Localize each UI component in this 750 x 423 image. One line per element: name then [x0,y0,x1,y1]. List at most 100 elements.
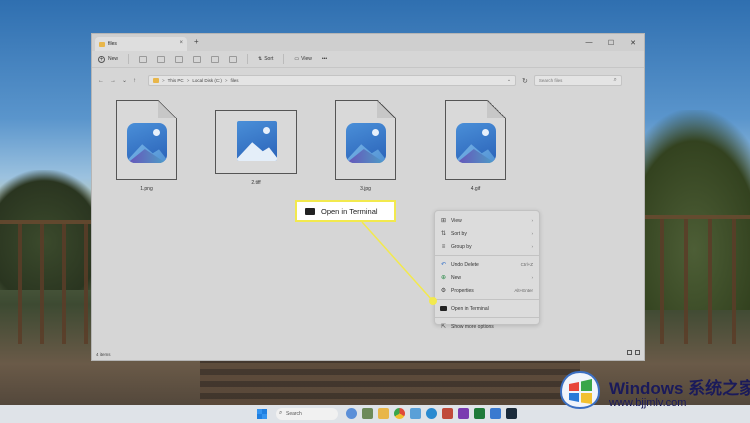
delete-icon[interactable] [229,55,238,63]
chat-app-icon[interactable] [346,408,357,419]
rename-icon[interactable] [193,55,202,63]
watermark-title: Windows 系统之家 [609,379,750,398]
view-button[interactable]: ▭ View [294,56,311,62]
maximize-button[interactable]: ☐ [600,34,622,51]
menu-divider [435,255,539,256]
taskbar-search[interactable]: ⌕ Search [276,408,338,420]
plus-icon: + [98,55,105,63]
forward-arrow-icon[interactable]: → [110,78,116,84]
new-button[interactable]: + New [98,55,119,63]
terminal-app-icon[interactable] [506,408,517,419]
up-arrow-icon[interactable]: ↑ [133,78,136,84]
breadcrumb-files[interactable]: files [230,78,238,83]
menu-item-view[interactable]: ⊞ View › [435,214,539,227]
window-controls: — ☐ ✕ [578,34,644,51]
back-arrow-icon[interactable]: ← [98,78,104,84]
submenu-chevron-icon: › [531,218,534,223]
paste-icon[interactable] [175,55,184,63]
refresh-icon[interactable]: ↻ [522,77,528,85]
address-bar[interactable]: > This PC > Local Disk (C:) > files ⌄ [148,75,517,86]
callout-dot [429,297,437,305]
menu-item-undo-delete[interactable]: ↶ Undo Delete Ctrl+Z [435,258,539,271]
widgets-app-icon[interactable] [362,408,373,419]
folder-icon [153,78,160,83]
start-button[interactable] [257,409,267,419]
sort-button[interactable]: ⇅ Sort [258,56,273,62]
menu-item-group-by[interactable]: ≡ Group by › [435,240,539,253]
copy-icon[interactable] [157,55,166,63]
file-item[interactable]: 3.jpg [335,100,396,192]
minimize-button[interactable]: — [578,34,600,51]
toolbar-divider [128,54,130,64]
tab-close-icon[interactable]: × [179,40,183,46]
submenu-chevron-icon: › [531,275,534,280]
watermark-url: www.bjjmlv.com [609,397,687,409]
fence-left [0,220,95,344]
search-icon: ⌕ [279,410,283,416]
recent-chevron-icon[interactable]: ⌄ [122,78,127,84]
menu-item-label: Show more options [451,323,494,330]
sort-label: Sort [264,56,274,62]
terminal-icon [440,306,447,311]
new-icon: ⊕ [440,275,447,281]
image-file-icon [116,100,177,180]
file-name: 2.tiff [251,180,261,186]
more-options-button[interactable]: ••• [322,56,327,62]
sort-icon: ⇅ [258,56,263,62]
chrome-app-icon[interactable] [394,408,405,419]
file-explorer-app-icon[interactable] [378,408,389,419]
undo-icon: ↶ [440,262,447,268]
item-count: 4 items [96,351,111,357]
new-tab-button[interactable]: + [194,37,199,46]
word-app-icon[interactable] [490,408,501,419]
sort-icon: ⇅ [440,231,447,237]
menu-item-properties[interactable]: ⚙ Properties Alt+Enter [435,284,539,297]
title-bar: files × + — ☐ ✕ [92,34,644,51]
menu-shortcut: Alt+Enter [514,288,533,293]
menu-item-sort-by[interactable]: ⇅ Sort by › [435,227,539,240]
share-icon[interactable] [211,55,220,63]
submenu-chevron-icon: › [531,231,534,236]
menu-shortcut: Ctrl+Z [520,262,533,267]
search-box[interactable]: Search files ⌕ [533,75,622,86]
menu-item-new[interactable]: ⊕ New › [435,271,539,284]
settings-app-icon[interactable] [410,408,421,419]
watermark: Windows 系统之家 www.bjjmlv.com [553,366,750,414]
search-icon: ⌕ [613,77,617,83]
toolbar-divider [247,54,249,64]
tab-files[interactable]: files × [95,37,187,51]
menu-item-label: Open in Terminal [451,305,489,312]
callout-open-in-terminal: Open in Terminal [295,200,396,222]
menu-divider [435,299,539,300]
edge-app-icon[interactable] [426,408,437,419]
cut-icon[interactable] [139,55,148,63]
file-explorer-window: files × + — ☐ ✕ + New ⇅ Sort ▭ View ••• … [91,33,645,361]
breadcrumb-this-pc[interactable]: This PC [168,78,184,83]
image-file-icon [445,100,506,180]
taskbar-apps [346,408,517,419]
file-item[interactable]: 2.tiff [215,110,297,186]
menu-item-label: Group by [451,243,472,250]
close-button[interactable]: ✕ [622,34,644,51]
file-item[interactable]: 1.png [116,100,177,192]
new-label: New [108,56,119,62]
file-name: 4.gif [470,186,481,192]
office-app-icon[interactable] [442,408,453,419]
menu-item-label: New [451,274,462,281]
menu-item-open-in-terminal[interactable]: Open in Terminal [435,302,539,315]
file-item[interactable]: 4.gif [445,100,506,192]
menu-item-label: Undo Delete [451,261,479,268]
tab-title: files [108,41,117,47]
file-name: 1.png [140,186,153,192]
onenote-app-icon[interactable] [458,408,469,419]
tiles-view-icon[interactable] [635,350,640,355]
fence-right [640,215,750,344]
breadcrumb-local-disk[interactable]: Local Disk (C:) [192,78,222,83]
address-dropdown-icon[interactable]: ⌄ [507,77,511,83]
menu-item-show-more-options[interactable]: ⇱ Show more options [435,320,539,333]
menu-item-label: Properties [451,287,474,294]
details-view-icon[interactable] [627,350,632,355]
excel-app-icon[interactable] [474,408,485,419]
view-icon: ▭ [294,56,300,62]
wrench-icon: ⚙ [440,288,447,294]
